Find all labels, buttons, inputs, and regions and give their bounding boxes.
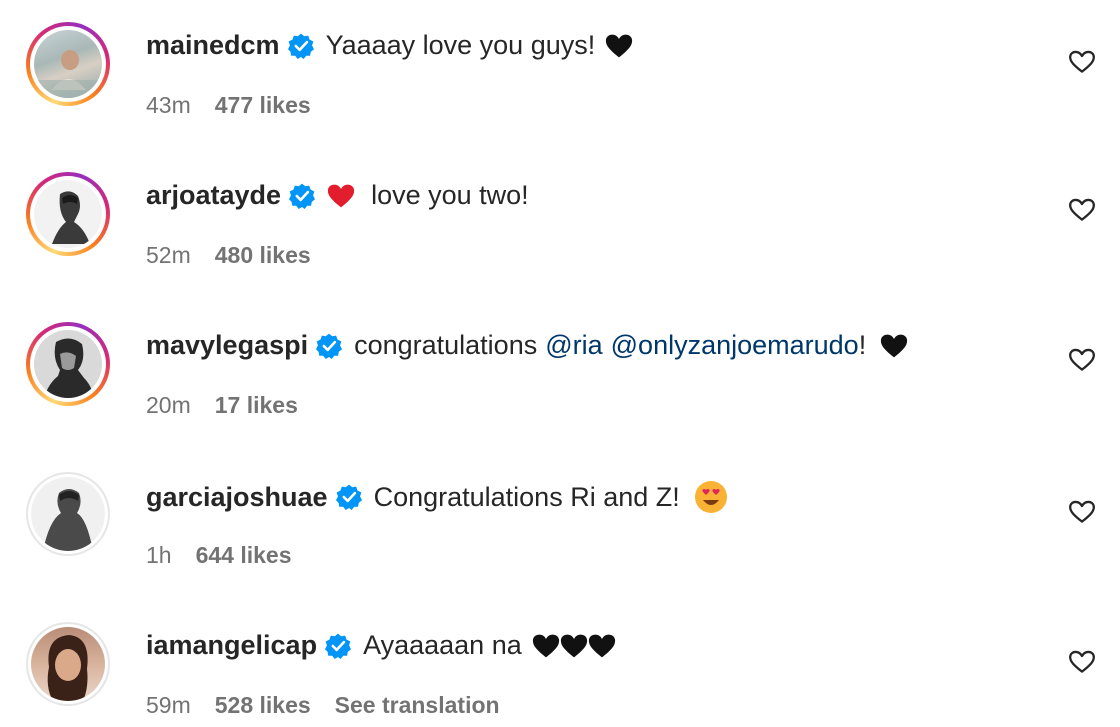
timestamp: 20m (146, 392, 191, 418)
username[interactable]: mainedcm (146, 30, 280, 61)
like-heart-icon[interactable] (1068, 648, 1096, 676)
likes-count[interactable]: 480 likes (215, 242, 311, 268)
comment-meta: 59m 528 likes See translation (146, 692, 500, 719)
black-heart-icon (588, 634, 615, 657)
timestamp: 43m (146, 92, 191, 118)
like-heart-icon[interactable] (1068, 48, 1096, 76)
verified-badge-icon (287, 33, 314, 59)
avatar-ring[interactable] (26, 622, 110, 706)
username[interactable]: garciajoshuae (146, 482, 328, 513)
comment-item: mainedcm Yaaaay love you guys! 43m 477 li… (0, 0, 1120, 150)
comment-text: Congratulations Ri and Z! (373, 481, 680, 512)
username[interactable]: mavylegaspi (146, 330, 308, 361)
red-heart-icon (327, 184, 355, 207)
comment-item: arjoatayde love you two! 52m 480 likes (0, 150, 1120, 300)
avatar-story-ring[interactable] (26, 322, 110, 406)
comment-text: congratulations (354, 330, 538, 360)
avatar-story-ring[interactable] (26, 172, 110, 256)
comment-text-suffix: ! (858, 330, 867, 360)
comment-text: Ayaaaaan na (363, 630, 522, 660)
username[interactable]: iamangelicap (146, 630, 317, 661)
avatar (31, 627, 105, 701)
timestamp: 52m (146, 242, 191, 268)
likes-count[interactable]: 528 likes (215, 692, 311, 718)
username[interactable]: arjoatayde (146, 180, 281, 211)
timestamp: 59m (146, 692, 191, 718)
avatar (34, 330, 102, 398)
comment-meta: 52m 480 likes (146, 242, 311, 269)
like-heart-icon[interactable] (1068, 346, 1096, 374)
comment-item: garciajoshuae Congratulations Ri and Z! … (0, 450, 1120, 600)
comment-text: Yaaaay love you guys! (325, 30, 596, 60)
mention-link[interactable]: @onlyzanjoemarudo (611, 330, 859, 361)
comment-item: iamangelicap Ayaaaaan na 59m 528 likes See… (0, 600, 1120, 727)
verified-badge-icon (289, 183, 316, 209)
avatar (34, 30, 102, 98)
likes-count[interactable]: 477 likes (215, 92, 311, 118)
comment-meta: 43m 477 likes (146, 92, 311, 119)
verified-badge-icon (316, 333, 343, 359)
comment-meta: 1h 644 likes (146, 542, 292, 569)
avatar-story-ring[interactable] (26, 22, 110, 106)
verified-badge-icon (335, 484, 362, 510)
see-translation-link[interactable]: See translation (335, 692, 500, 718)
likes-count[interactable]: 17 likes (215, 392, 298, 418)
avatar (34, 180, 102, 248)
comment-item: mavylegaspi congratulations @ria @onlyza… (0, 300, 1120, 450)
black-heart-icon (881, 334, 908, 357)
black-heart-icon (560, 634, 587, 657)
comment-text: love you two! (371, 180, 529, 210)
like-heart-icon[interactable] (1068, 498, 1096, 526)
black-heart-icon (532, 634, 559, 657)
likes-count[interactable]: 644 likes (196, 542, 292, 568)
like-heart-icon[interactable] (1068, 196, 1096, 224)
verified-badge-icon (325, 633, 352, 659)
avatar (31, 477, 105, 551)
heart-eyes-emoji-icon (694, 481, 727, 513)
mention-link[interactable]: @ria (545, 330, 602, 361)
avatar-ring[interactable] (26, 472, 110, 556)
black-heart-icon (606, 34, 633, 57)
timestamp: 1h (146, 542, 172, 568)
comment-meta: 20m 17 likes (146, 392, 298, 419)
